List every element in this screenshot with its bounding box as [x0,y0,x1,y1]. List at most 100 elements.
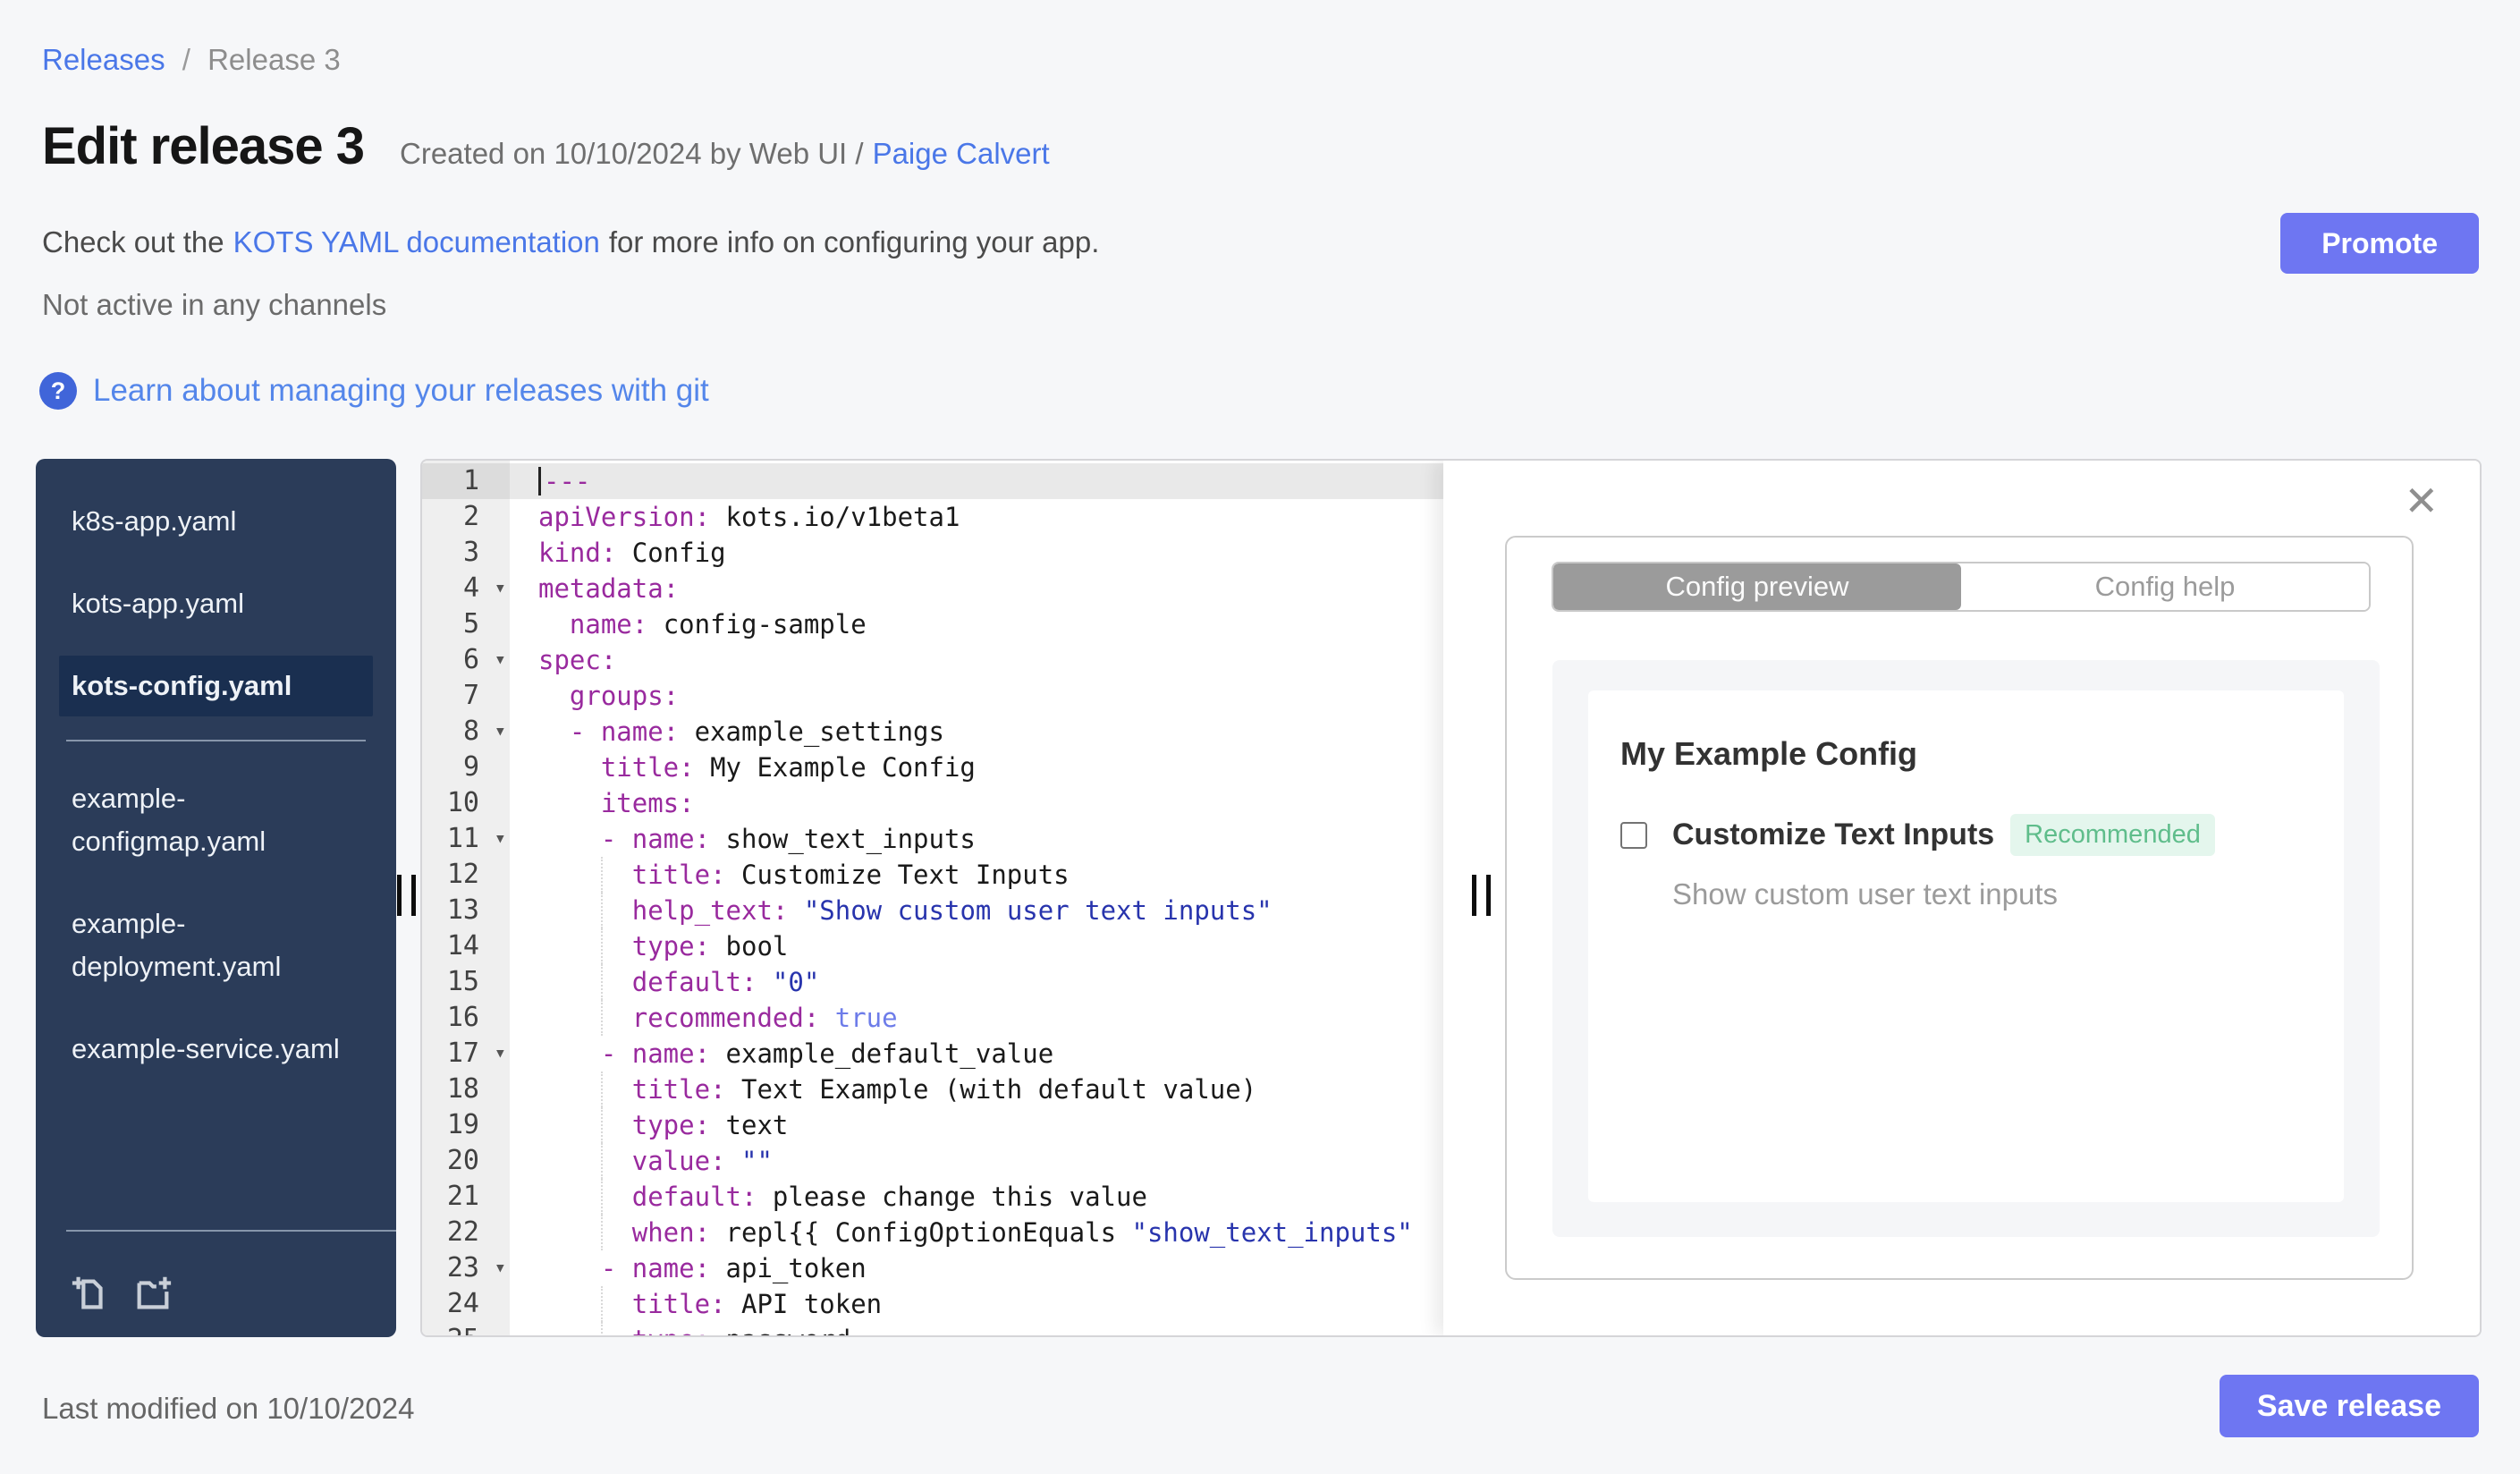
code-line[interactable]: type: text [510,1107,1443,1143]
code-line[interactable]: title: Customize Text Inputs [510,857,1443,893]
code-line[interactable]: spec: [510,642,1443,678]
editor-rows: 1 --- 2 apiVersion: kots.io/v1beta1 3 kind: C… [422,461,1443,1335]
line-number: 25 [422,1322,510,1335]
editor-card: 1 --- 2 apiVersion: kots.io/v1beta1 3 kind: C… [420,459,2482,1337]
fold-toggle-icon[interactable]: ▾ [495,1250,506,1286]
code-token: - name: [600,1038,711,1069]
code-line[interactable]: type: password [510,1322,1443,1335]
tab-config-preview[interactable]: Config preview [1553,563,1961,610]
editor-row: 1 --- [422,463,1443,499]
code-line[interactable]: - name: example_settings [510,714,1443,750]
code-token: type: [631,931,711,961]
line-number: 10 [446,787,479,818]
yaml-editor[interactable]: 1 --- 2 apiVersion: kots.io/v1beta1 3 kind: C… [422,461,1443,1335]
editor-row: 7 groups: [422,678,1443,714]
editor-row: 10 items: [422,785,1443,821]
code-line[interactable]: title: My Example Config [510,750,1443,785]
code-token: type: [632,1325,710,1335]
sidebar-item-k8s-app-yaml[interactable]: k8s-app.yaml [59,491,373,552]
customize-text-inputs-checkbox[interactable] [1620,821,1647,849]
promote-button[interactable]: Promote [2280,213,2479,274]
resize-bar [411,875,416,916]
code-line[interactable]: title: API token [510,1286,1443,1322]
code-line[interactable]: --- [510,463,1443,499]
new-file-icon[interactable] [70,1273,111,1314]
editor-row: 22 when: repl{{ ConfigOptionEquals "show… [422,1215,1443,1250]
code-token: - name: [600,824,711,854]
code-line[interactable]: default: please change this value [510,1179,1443,1215]
code-token: - name: [569,716,680,747]
code-line[interactable]: name: config-sample [510,606,1443,642]
line-number: 11 ▾ [422,821,510,857]
code-line[interactable]: - name: api_token [510,1250,1443,1286]
code-token: bool [710,931,789,961]
sidebar-item-example-configmap-yaml[interactable]: example-configmap.yaml [59,768,373,872]
tab-config-help[interactable]: Config help [1961,563,2369,610]
line-number: 19 [446,1109,479,1140]
code-line[interactable]: help_text: "Show custom user text inputs… [510,893,1443,928]
sidebar-item-example-service-yaml[interactable]: example-service.yaml [59,1019,373,1080]
sidebar-item-kots-config-yaml[interactable]: kots-config.yaml [59,656,373,717]
sidebar-item-example-deployment-yaml[interactable]: example-deployment.yaml [59,894,373,997]
code-line[interactable]: - name: example_default_value [510,1036,1443,1072]
code-token: metadata: [538,573,680,604]
git-releases-link[interactable]: Learn about managing your releases with … [93,373,709,409]
code-line[interactable]: apiVersion: kots.io/v1beta1 [510,499,1443,535]
help-question-icon[interactable]: ? [39,372,77,410]
kots-yaml-docs-link[interactable]: KOTS YAML documentation [233,225,600,258]
fold-toggle-icon[interactable]: ▾ [495,571,506,606]
editor-row: 13 help_text: "Show custom user text inp… [422,893,1443,928]
breadcrumb-releases-link[interactable]: Releases [42,43,165,76]
sidebar-resize-handle[interactable] [397,875,416,916]
editor-row: 17 ▾ - name: example_default_value [422,1036,1443,1072]
close-icon[interactable]: ✕ [2404,480,2439,521]
line-number: 16 [446,1002,479,1033]
new-folder-icon[interactable] [132,1273,173,1314]
line-number: 9 [462,751,479,783]
resize-bar [397,875,402,916]
editor-row: 5 name: config-sample [422,606,1443,642]
code-line[interactable]: groups: [510,678,1443,714]
breadcrumb: Releases / Release 3 [42,43,341,77]
resize-bar [1472,875,1476,916]
fold-toggle-icon[interactable]: ▾ [495,821,506,857]
editor-row: 11 ▾ - name: show_text_inputs [422,821,1443,857]
code-line[interactable]: kind: Config [510,535,1443,571]
code-token: kots.io/v1beta1 [710,502,960,532]
editor-row: 23 ▾ - name: api_token [422,1250,1443,1286]
line-number: 7 [462,680,479,711]
code-line[interactable]: when: repl{{ ConfigOptionEquals "show_te… [510,1215,1443,1250]
line-number: 1 [422,463,510,499]
code-line[interactable]: type: bool [510,928,1443,964]
fold-toggle-icon[interactable]: ▾ [495,714,506,750]
sidebar-item-kots-app-yaml[interactable]: kots-app.yaml [59,573,373,634]
line-number: 24 [446,1288,479,1319]
code-line[interactable]: metadata: [510,571,1443,606]
code-line[interactable]: value: "" [510,1143,1443,1179]
code-line[interactable]: - name: show_text_inputs [510,821,1443,857]
code-line[interactable]: default: "0" [510,964,1443,1000]
editor-row: 2 apiVersion: kots.io/v1beta1 [422,499,1443,535]
save-release-button[interactable]: Save release [2219,1375,2479,1437]
code-line[interactable]: recommended: true [510,1000,1443,1036]
docs-text-post: for more info on configuring your app. [608,225,1100,258]
sidebar-bottom-divider [66,1230,396,1232]
config-panel: ✕ Config preview Config help My Example C… [1443,461,2480,1335]
code-token: --- [544,466,591,496]
code-line[interactable]: title: Text Example (with default value) [510,1072,1443,1107]
author-link[interactable]: Paige Calvert [873,137,1050,170]
panel-resize-handle[interactable] [1472,875,1491,916]
code-line[interactable]: items: [510,785,1443,821]
code-token: name: [569,609,648,640]
fold-toggle-icon[interactable]: ▾ [495,642,506,678]
code-token: groups: [569,681,680,711]
fold-toggle-icon[interactable]: ▾ [495,1036,506,1072]
